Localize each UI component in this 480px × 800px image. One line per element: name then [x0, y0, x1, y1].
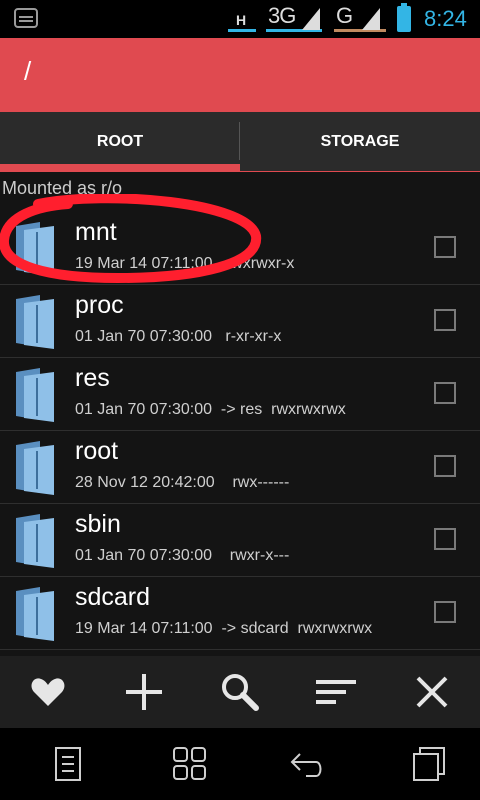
- file-meta: 01 Jan 70 07:30:00 r-xr-xr-x: [75, 328, 282, 345]
- folder-icon: [16, 514, 54, 568]
- file-name: res: [75, 364, 110, 392]
- clock: 8:24: [424, 6, 467, 31]
- tab-storage[interactable]: STORAGE: [240, 112, 480, 172]
- select-checkbox[interactable]: [434, 455, 456, 477]
- back-icon[interactable]: [288, 746, 328, 782]
- file-row-root[interactable]: root 28 Nov 12 20:42:00 rwx------: [0, 431, 480, 504]
- menu-icon[interactable]: [48, 746, 88, 782]
- file-name: mnt: [75, 218, 117, 246]
- signal-2-icon: [362, 8, 380, 30]
- network-h-indicator: H: [228, 2, 256, 36]
- tab-bar: ROOT STORAGE: [0, 112, 480, 172]
- file-name: root: [75, 437, 119, 465]
- file-name: sdcard: [75, 583, 151, 611]
- select-checkbox[interactable]: [434, 382, 456, 404]
- file-row-sbin[interactable]: sbin 01 Jan 70 07:30:00 rwxr-x---: [0, 504, 480, 577]
- file-row-sdcard[interactable]: sdcard 19 Mar 14 07:11:00 -> sdcard rwxr…: [0, 577, 480, 650]
- file-name: sbin: [75, 510, 121, 538]
- file-meta: 19 Mar 14 07:11:00 rwxrwxr-x: [75, 255, 295, 272]
- status-bar: H 3G G 8:24: [0, 0, 480, 38]
- tab-root[interactable]: ROOT: [0, 112, 240, 172]
- signal-1-icon: [302, 8, 320, 30]
- close-icon[interactable]: [410, 670, 454, 714]
- select-checkbox[interactable]: [434, 601, 456, 623]
- battery-icon: [397, 3, 411, 32]
- file-meta: 28 Nov 12 20:42:00 rwx------: [75, 474, 290, 491]
- file-meta: 19 Mar 14 07:11:00 -> sdcard rwxrwxrwx: [75, 620, 373, 637]
- system-nav-bar: [0, 728, 480, 800]
- add-icon[interactable]: [122, 670, 166, 714]
- folder-icon: [16, 295, 54, 349]
- apps-icon[interactable]: [170, 746, 210, 782]
- folder-icon: [16, 587, 54, 641]
- file-meta: 01 Jan 70 07:30:00 rwxr-x---: [75, 547, 290, 564]
- folder-icon: [16, 222, 54, 276]
- search-icon[interactable]: [218, 670, 262, 714]
- folder-icon: [16, 441, 54, 495]
- favorite-icon[interactable]: [26, 670, 70, 714]
- file-row-mnt[interactable]: mnt 19 Mar 14 07:11:00 rwxrwxr-x: [0, 212, 480, 285]
- tab-bar-line: [0, 171, 480, 172]
- file-row-proc[interactable]: proc 01 Jan 70 07:30:00 r-xr-xr-x: [0, 285, 480, 358]
- recent-apps-icon[interactable]: [410, 746, 450, 782]
- file-meta: 01 Jan 70 07:30:00 -> res rwxrwxrwx: [75, 401, 346, 418]
- file-list: mnt 19 Mar 14 07:11:00 rwxrwxr-x proc 01…: [0, 212, 480, 656]
- action-bar: [0, 656, 480, 728]
- file-name: proc: [75, 291, 124, 319]
- select-checkbox[interactable]: [434, 528, 456, 550]
- sort-icon[interactable]: [314, 670, 358, 714]
- bbm-icon: [14, 8, 38, 28]
- select-checkbox[interactable]: [434, 236, 456, 258]
- current-path[interactable]: /: [24, 56, 31, 87]
- file-row-res[interactable]: res 01 Jan 70 07:30:00 -> res rwxrwxrwx: [0, 358, 480, 431]
- title-bar: [0, 38, 480, 112]
- folder-icon: [16, 368, 54, 422]
- mount-status: Mounted as r/o: [2, 178, 123, 198]
- select-checkbox[interactable]: [434, 309, 456, 331]
